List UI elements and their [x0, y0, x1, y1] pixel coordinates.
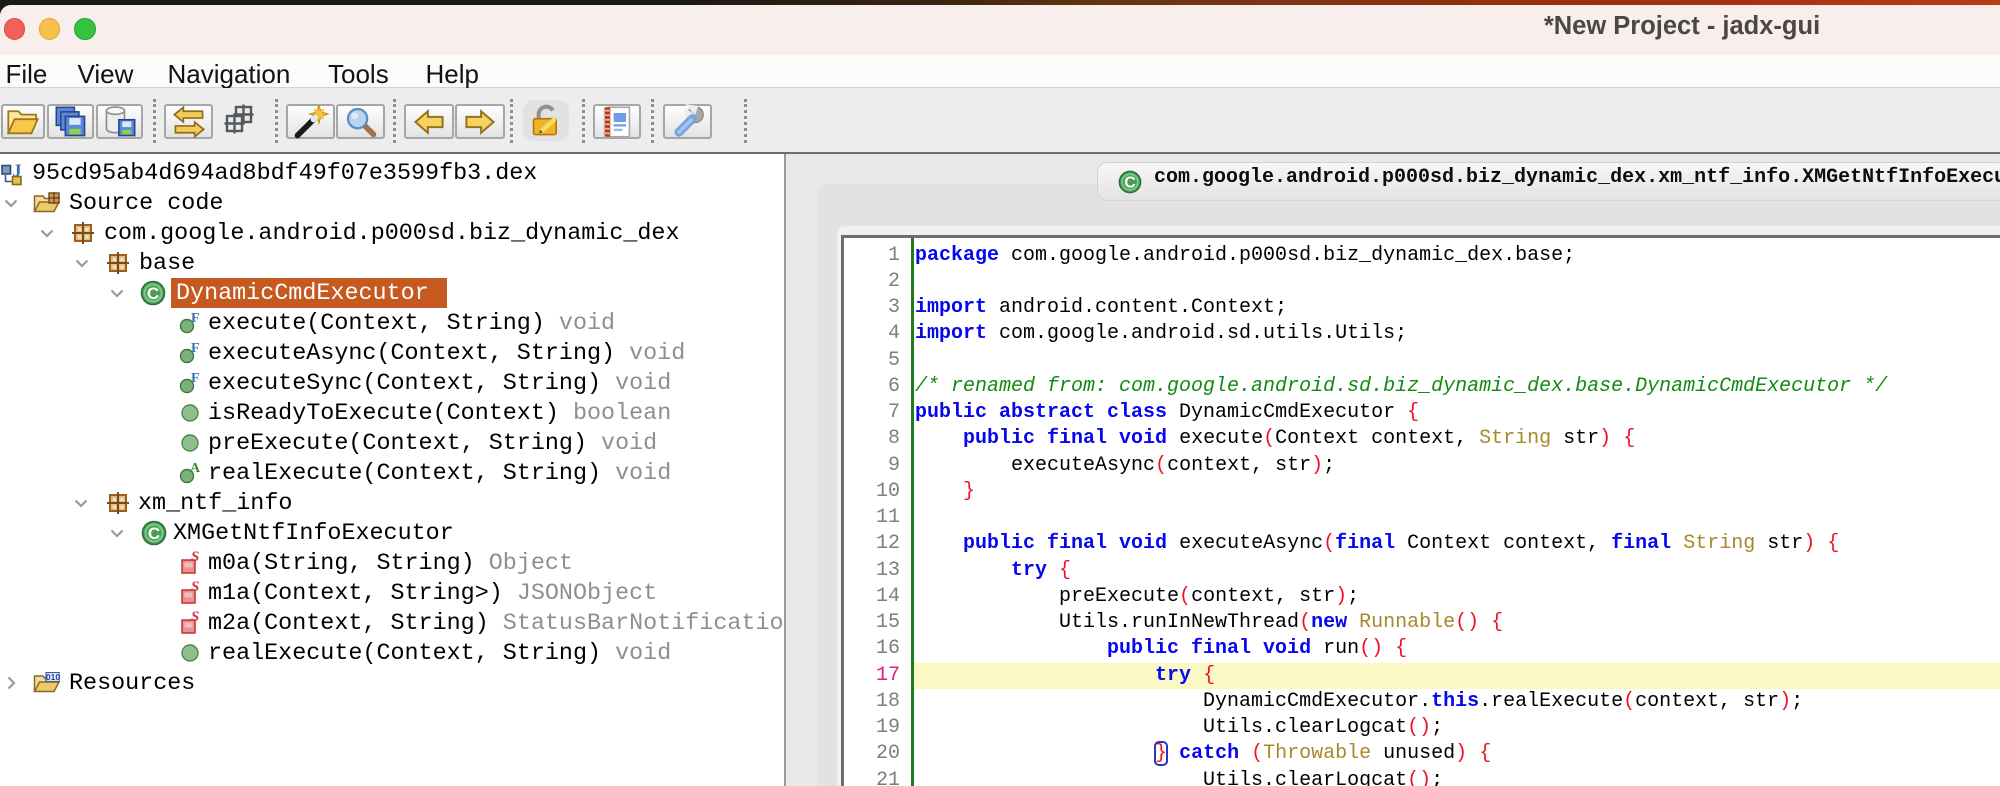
svg-text:010: 010	[46, 672, 60, 682]
svg-text:J: J	[13, 164, 22, 181]
svg-text:F: F	[191, 341, 200, 356]
svg-text:S: S	[191, 611, 199, 625]
svg-text:S: S	[191, 581, 199, 595]
svg-text:S: S	[191, 551, 199, 565]
svg-text:F: F	[191, 371, 200, 386]
svg-text:A: A	[190, 461, 201, 476]
svg-text:C: C	[147, 284, 159, 303]
svg-text:C: C	[1124, 174, 1135, 191]
svg-text:F: F	[191, 311, 200, 326]
svg-text:C: C	[148, 524, 160, 543]
